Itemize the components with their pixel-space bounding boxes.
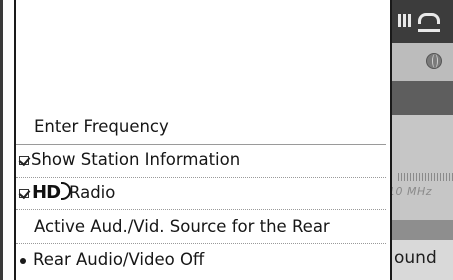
hd-radio-icon: HD: [32, 182, 72, 203]
status-bar: [388, 0, 453, 43]
globe-icon: [426, 53, 442, 69]
background-menu-label[interactable]: ound: [394, 248, 437, 268]
menu-item-show-station-information[interactable]: Show Station Information: [16, 145, 390, 175]
menu-item-label: Enter Frequency: [34, 117, 169, 136]
menu-item-label: Rear Audio/Video Off: [33, 250, 205, 269]
options-menu: Enter Frequency Show Station Information…: [14, 0, 392, 280]
frequency-readout: 10 MHz: [388, 185, 433, 198]
frequency-scale: [398, 173, 453, 181]
checkbox-checked-icon[interactable]: [19, 156, 29, 165]
menu-item-label: Show Station Information: [31, 150, 241, 169]
menu-item-label: Active Aud./Vid. Source for the Rear: [34, 217, 330, 236]
menu-item-rear-audio-video-off[interactable]: Rear Audio/Video Off: [16, 245, 390, 275]
background-audio-display: 10 MHz ound: [388, 0, 453, 280]
display-frame-edge: [0, 0, 3, 280]
menu-divider: [16, 243, 386, 244]
bullet-selected-icon: [20, 258, 26, 264]
checkbox-checked-icon[interactable]: [19, 189, 29, 198]
audio-screen: 10 MHz ound Enter Frequency Show Station…: [0, 0, 453, 280]
frequency-area: 10 MHz: [388, 115, 453, 220]
menu-item-label: Radio: [69, 183, 116, 202]
menu-divider: [16, 209, 386, 210]
background-bottom-band: [388, 220, 453, 240]
band-separator: [388, 81, 453, 115]
menu-item-hd-radio[interactable]: HD Radio: [16, 178, 390, 208]
station-bar: [388, 43, 453, 81]
menu-empty-area: [16, 0, 390, 108]
signal-bars-icon: [398, 14, 411, 27]
phone-icon: [418, 13, 440, 32]
menu-item-enter-frequency[interactable]: Enter Frequency: [16, 112, 390, 142]
menu-item-active-source-rear[interactable]: Active Aud./Vid. Source for the Rear: [16, 212, 390, 242]
